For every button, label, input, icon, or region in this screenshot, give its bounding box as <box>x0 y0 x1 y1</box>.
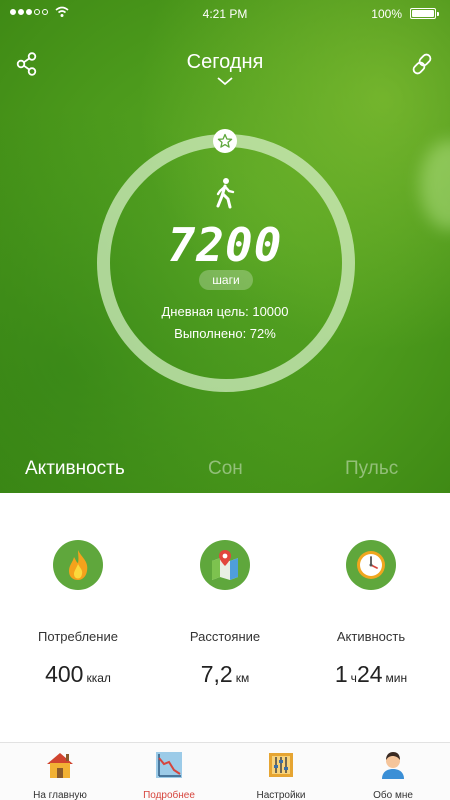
bottom-nav: На главную Подробнее Настройки Обо мне <box>0 742 450 800</box>
battery-percent: 100% <box>371 7 402 21</box>
battery-icon <box>410 8 439 19</box>
stat-value: 1 ч24 мин <box>296 661 446 688</box>
home-icon <box>47 753 73 778</box>
steps-count: 7200 <box>167 218 283 272</box>
stat-unit: км <box>235 671 250 685</box>
tab-pulse[interactable]: Пульс <box>345 458 398 480</box>
stat-distance: Расстояние 7,2 км <box>150 540 300 688</box>
stat-number: 400 <box>45 661 84 687</box>
stat-number: 7,2 <box>200 661 233 687</box>
stat-activity-time: Активность 1 ч24 мин <box>296 540 446 688</box>
nav-label: Настройки <box>256 790 306 800</box>
map-icon <box>200 540 250 590</box>
walking-icon <box>216 178 235 209</box>
completion-percent: Выполнено: 72% <box>174 326 276 341</box>
steps-unit-badge: шаги <box>199 270 253 290</box>
stat-unit: мин <box>385 671 408 685</box>
profile-icon <box>382 752 404 779</box>
tab-sleep[interactable]: Сон <box>208 458 243 480</box>
star-icon <box>213 129 237 153</box>
status-bar: 4:21 PM 100% <box>0 0 450 28</box>
stat-label: Активность <box>336 629 406 644</box>
chart-icon <box>156 752 182 778</box>
stat-value: 400 ккал <box>3 661 153 688</box>
nav-label: Подробнее <box>143 790 195 800</box>
stat-label: Расстояние <box>189 629 261 644</box>
flame-icon <box>53 540 103 590</box>
nav-label: На главную <box>33 790 87 800</box>
stat-consumption: Потребление 400 ккал <box>3 540 153 688</box>
nav-settings[interactable]: Настройки <box>236 743 326 800</box>
stat-number: 24 <box>356 661 383 687</box>
settings-icon <box>269 753 293 777</box>
chevron-down-icon[interactable] <box>216 76 234 86</box>
nav-details[interactable]: Подробнее <box>124 743 214 800</box>
stat-unit: ккал <box>86 671 111 685</box>
hero-glow <box>420 140 450 230</box>
stat-label: Потребление <box>38 629 118 644</box>
tab-bar: Активность Сон Пульс <box>0 458 450 488</box>
daily-goal: Дневная цель: 10000 <box>161 304 289 319</box>
hero-panel: 4:21 PM 100% Сегодня 7200 шаги Дневная ц… <box>0 0 450 493</box>
page-title[interactable]: Сегодня <box>0 51 450 74</box>
nav-profile[interactable]: Обо мне <box>348 743 438 800</box>
tab-activity[interactable]: Активность <box>25 458 125 480</box>
stat-value: 7,2 км <box>150 661 300 688</box>
clock-icon <box>346 540 396 590</box>
link-icon[interactable] <box>410 52 434 76</box>
nav-home[interactable]: На главную <box>15 743 105 800</box>
nav-label: Обо мне <box>373 790 413 800</box>
stat-number: 1 <box>334 661 348 687</box>
